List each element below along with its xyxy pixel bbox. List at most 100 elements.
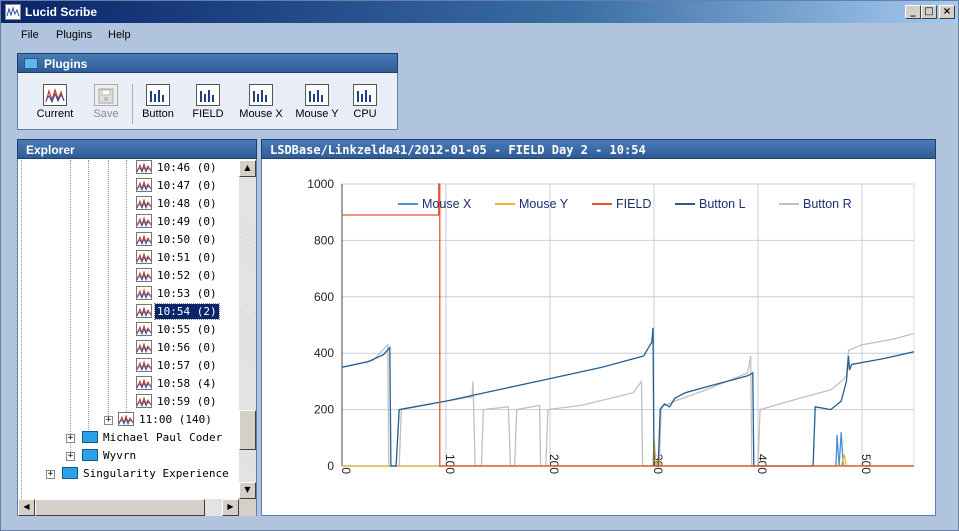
size-grip xyxy=(239,499,256,516)
tree-item-session[interactable]: 10:57 (0) xyxy=(136,358,219,376)
tree-item-session[interactable]: 10:55 (0) xyxy=(136,322,219,340)
tree-item-session[interactable]: 10:47 (0) xyxy=(136,178,219,196)
scroll-up-button[interactable]: ▲ xyxy=(239,160,256,177)
y-tick-label: 800 xyxy=(314,233,334,247)
maximize-button[interactable]: □ xyxy=(921,5,937,19)
tree-item-label: 10:53 (0) xyxy=(157,286,217,300)
tree-item-session[interactable]: 10:48 (0) xyxy=(136,196,219,214)
tree-item-session[interactable]: 11:00 (140) xyxy=(118,412,214,430)
tree-item-label: Wyvrn xyxy=(103,448,137,462)
mouse-y-plugin-label: Mouse Y xyxy=(295,108,339,120)
session-waveform-icon xyxy=(136,178,152,192)
tree-item-label: 10:46 (0) xyxy=(157,160,217,174)
explorer-tree[interactable]: 10:46 (0) 10:47 (0) 10:48 (0) 10:49 (0) 10:5… xyxy=(18,160,239,499)
cpu-plugin-label: CPU xyxy=(353,108,377,120)
session-waveform-icon xyxy=(136,286,152,300)
tree-item-label: 10:58 (4) xyxy=(157,376,217,390)
tree-item-label: 10:50 (0) xyxy=(157,232,217,246)
scroll-left-button[interactable]: ◀ xyxy=(18,499,35,516)
tree-guide-line xyxy=(126,160,127,422)
save-plugin-label: Save xyxy=(93,108,119,120)
plugins-panel-title: Plugins xyxy=(44,57,88,71)
save-disk-icon xyxy=(94,84,118,106)
tree-item-label: 10:54 (2) xyxy=(154,302,220,320)
title-bar[interactable]: Lucid Scribe _ □ × xyxy=(1,1,958,23)
folder-icon xyxy=(24,58,38,69)
folder-icon xyxy=(82,431,98,443)
tree-item-session[interactable]: 10:50 (0) xyxy=(136,232,219,250)
tree-item-session[interactable]: 10:51 (0) xyxy=(136,250,219,268)
menu-file[interactable]: File xyxy=(21,29,39,41)
chart-panel: LSDBase/Linkzelda41/2012-01-05 - FIELD D… xyxy=(261,139,936,516)
tree-item-folder[interactable]: Wyvrn xyxy=(82,448,138,466)
tree-item-session[interactable]: 10:49 (0) xyxy=(136,214,219,232)
tree-item-session[interactable]: 10:52 (0) xyxy=(136,268,219,286)
mouse-x-plugin-button[interactable]: Mouse X xyxy=(238,81,284,127)
tree-item-label: 10:56 (0) xyxy=(157,340,217,354)
expand-toggle[interactable]: + xyxy=(46,470,55,479)
tree-item-session[interactable]: 10:59 (0) xyxy=(136,394,219,412)
explorer-panel: Explorer 10:46 (0) 10:47 (0) 10:48 (0) 10:4… xyxy=(17,139,257,516)
legend-label: FIELD xyxy=(616,197,651,211)
save-plugin-button[interactable]: Save xyxy=(88,81,124,127)
scroll-right-button[interactable]: ▶ xyxy=(222,499,239,516)
legend-label: Mouse Y xyxy=(519,197,569,211)
tree-item-label: 10:49 (0) xyxy=(157,214,217,228)
session-waveform-icon xyxy=(136,232,152,246)
expand-toggle[interactable]: + xyxy=(66,434,75,443)
mouse-y-plugin-button[interactable]: Mouse Y xyxy=(294,81,340,127)
toolbar-separator xyxy=(132,84,133,124)
waveform-icon xyxy=(43,84,67,106)
cpu-plugin-button[interactable]: CPU xyxy=(348,81,382,127)
explorer-horizontal-scrollbar[interactable]: ◀ ▶ xyxy=(18,499,239,516)
menu-plugins[interactable]: Plugins xyxy=(56,29,92,41)
minimize-button[interactable]: _ xyxy=(905,5,921,19)
scroll-thumb[interactable] xyxy=(35,499,205,516)
explorer-panel-title: Explorer xyxy=(26,143,75,157)
tree-item-session[interactable]: 10:54 (2) xyxy=(136,302,220,322)
menu-help[interactable]: Help xyxy=(108,29,131,41)
tree-item-label: Singularity Experience xyxy=(83,466,229,480)
menu-bar: File Plugins Help xyxy=(1,23,958,45)
button-plugin-button[interactable]: Button xyxy=(138,81,178,127)
expand-toggle[interactable]: + xyxy=(66,452,75,461)
y-tick-label: 0 xyxy=(327,459,334,473)
y-tick-label: 1000 xyxy=(307,177,334,191)
tree-item-session[interactable]: 10:53 (0) xyxy=(136,286,219,304)
tree-item-label: 11:00 (140) xyxy=(139,412,212,426)
tree-item-label: 10:52 (0) xyxy=(157,268,217,282)
tree-item-folder[interactable]: Michael Paul Coder xyxy=(82,430,224,448)
tree-item-folder[interactable]: Singularity Experience xyxy=(62,466,231,484)
close-button[interactable]: × xyxy=(939,5,955,19)
session-waveform-icon xyxy=(136,268,152,282)
chart-panel-title: LSDBase/Linkzelda41/2012-01-05 - FIELD D… xyxy=(270,143,646,157)
session-waveform-icon xyxy=(136,358,152,372)
x-tick-label: 400 xyxy=(755,454,769,474)
field-plugin-label: FIELD xyxy=(192,108,224,120)
tree-item-session[interactable]: 10:58 (4) xyxy=(136,376,219,394)
explorer-vertical-scrollbar[interactable]: ▲ ▼ xyxy=(239,160,256,499)
folder-icon xyxy=(82,449,98,461)
signal-bars-icon xyxy=(196,84,220,106)
y-tick-label: 200 xyxy=(314,403,334,417)
tree-item-session[interactable]: 10:56 (0) xyxy=(136,340,219,358)
app-icon xyxy=(5,4,21,20)
tree-guide-line xyxy=(21,160,22,499)
session-waveform-icon xyxy=(136,196,152,210)
signal-bars-icon xyxy=(146,84,170,106)
session-waveform-icon xyxy=(118,412,134,426)
signal-bars-icon xyxy=(305,84,329,106)
current-plugin-button[interactable]: Current xyxy=(34,81,76,127)
expand-toggle[interactable]: + xyxy=(104,416,113,425)
session-chart[interactable]: 020040060080010000 100 200 300 400 500Mouse X… xyxy=(262,160,935,515)
scroll-down-button[interactable]: ▼ xyxy=(239,482,256,499)
tree-item-session[interactable]: 10:46 (0) xyxy=(136,160,219,178)
field-plugin-button[interactable]: FIELD xyxy=(190,81,226,127)
y-tick-label: 600 xyxy=(314,290,334,304)
legend-label: Mouse X xyxy=(422,197,472,211)
tree-item-label: 10:57 (0) xyxy=(157,358,217,372)
scroll-thumb[interactable] xyxy=(239,410,256,450)
session-waveform-icon xyxy=(136,250,152,264)
legend-label: Button L xyxy=(699,197,746,211)
tree-guide-line xyxy=(108,160,109,422)
